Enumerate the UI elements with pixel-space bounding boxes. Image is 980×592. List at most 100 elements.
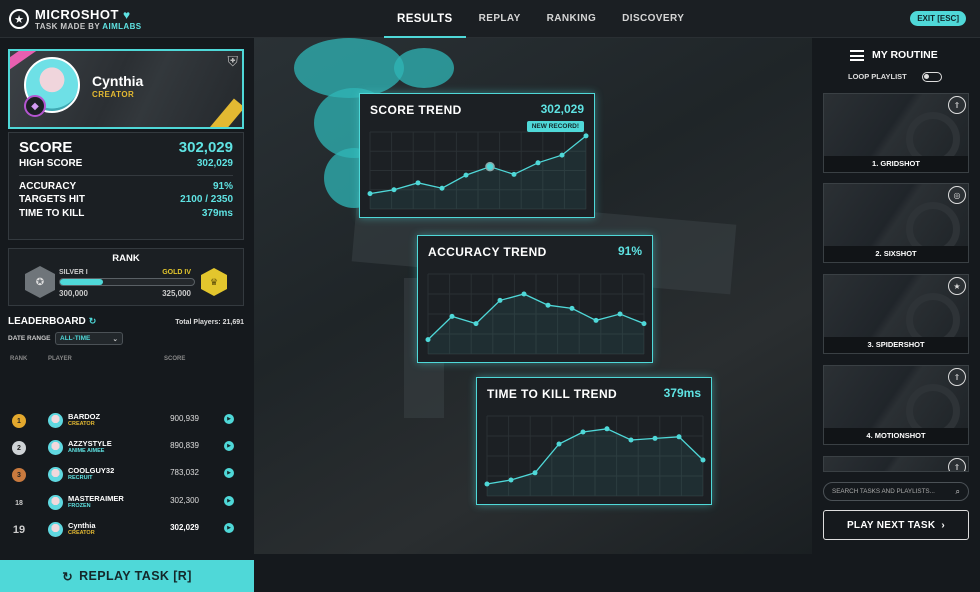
trend-point[interactable] [617, 311, 623, 317]
gold-rank-icon: ♛ [201, 268, 227, 296]
trend-point[interactable] [511, 171, 517, 177]
play-replay-icon[interactable]: ▶ [224, 414, 234, 424]
player-role: ANIME AIMEE [68, 448, 105, 454]
play-replay-icon[interactable]: ▶ [224, 496, 234, 506]
search-input[interactable]: SEARCH TASKS AND PLAYLISTS... ⌕ [823, 482, 969, 501]
routine-task-card[interactable]: ⇑ 4. MOTIONSHOT [823, 365, 969, 445]
trend-point[interactable] [604, 426, 610, 432]
play-next-label: PLAY NEXT TASK [846, 519, 936, 531]
rank-panel: RANK ✪ SILVER I GOLD IV 300,000 325,000 … [8, 248, 244, 306]
trend-point[interactable] [580, 429, 586, 435]
leaderboard-row[interactable]: 1 BARDOZ CREATOR 900,939 ▶ [0, 407, 254, 434]
trend-point[interactable] [532, 470, 538, 476]
trend-point[interactable] [559, 152, 565, 158]
routine-task-card[interactable]: ⇑ [823, 456, 969, 472]
exit-button[interactable]: EXIT [ESC] [910, 11, 966, 26]
player-name: MASTERAIMER [68, 494, 124, 503]
trend-area [428, 294, 644, 354]
trend-point[interactable] [415, 180, 421, 186]
time-to-kill-value: 379ms [201, 207, 233, 219]
rank-title: RANK [112, 253, 140, 264]
chevrons-up-icon: ⇑ [948, 458, 966, 471]
player-name: AZZYSTYLE [68, 439, 112, 448]
profile-role: CREATOR [92, 90, 135, 99]
leaderboard-row[interactable]: 19 Cynthia CREATOR 302,029 ▶ [0, 516, 254, 543]
player-avatar [48, 413, 63, 428]
replay-task-button[interactable]: ↻ REPLAY TASK [R] [0, 560, 254, 592]
date-range-select[interactable]: ALL-TIME ⌄ [55, 332, 123, 345]
task-name: 4. MOTIONSHOT [824, 428, 968, 444]
leaderboard-title: LEADERBOARD ↻ [8, 316, 96, 327]
routine-task-card[interactable]: ★ 3. SPIDERSHOT [823, 274, 969, 354]
trend-point[interactable] [545, 302, 551, 308]
trend-point[interactable] [583, 133, 589, 139]
trend-point[interactable] [535, 160, 541, 166]
routine-task-card[interactable]: ⇑ 1. GRIDSHOT [823, 93, 969, 173]
replay-icon: ↻ [62, 569, 74, 584]
targets-hit-label: TARGETS HIT [19, 194, 85, 205]
loop-playlist-toggle[interactable] [922, 72, 942, 82]
trend-point[interactable] [449, 313, 455, 319]
trend-point[interactable] [556, 441, 562, 447]
trend-point[interactable] [391, 187, 397, 193]
medal-icon: 1 [12, 414, 26, 428]
trend-title: SCORE TREND [370, 103, 462, 117]
leaderboard-title-text: LEADERBOARD [8, 316, 86, 327]
chevrons-up-icon: ⇑ [948, 96, 966, 114]
next-rank-points: 325,000 [162, 289, 191, 298]
trend-point[interactable] [473, 321, 479, 327]
app-name: MICROSHOT [35, 7, 119, 22]
trend-point[interactable] [676, 434, 682, 440]
chevrons-up-icon: ⇑ [948, 368, 966, 386]
trend-point[interactable] [641, 321, 647, 327]
replay-task-label: REPLAY TASK [R] [79, 569, 192, 583]
trend-point[interactable] [439, 185, 445, 191]
trend-value: 302,029 [540, 102, 584, 116]
play-replay-icon[interactable]: ▶ [224, 468, 234, 478]
play-replay-icon[interactable]: ▶ [224, 441, 234, 451]
trend-point[interactable] [628, 437, 634, 443]
refresh-icon[interactable]: ↻ [89, 316, 97, 327]
left-panel: ◆ Cynthia CREATOR ⛨ SCORE 302,029 HIGH SC… [0, 38, 254, 592]
trend-point[interactable] [521, 291, 527, 297]
routine-task-card[interactable]: ◎ 2. SIXSHOT [823, 183, 969, 263]
trend-point[interactable] [425, 337, 431, 343]
player-avatar [48, 495, 63, 510]
leaderboard-row[interactable]: 18 MASTERAIMER FROZEN 302,300 ▶ [0, 489, 254, 516]
trend-point[interactable] [700, 457, 706, 463]
player-column-header: PLAYER [48, 356, 72, 362]
play-next-task-button[interactable]: PLAY NEXT TASK › [823, 510, 969, 540]
silver-rank-icon: ✪ [25, 266, 55, 298]
score-value: 302,029 [178, 139, 233, 156]
trend-point[interactable] [367, 191, 373, 197]
trend-point[interactable] [484, 481, 490, 487]
rank-progress-fill [60, 279, 103, 285]
tab-ranking[interactable]: RANKING [534, 0, 609, 38]
current-rank: SILVER I [59, 269, 88, 276]
trend-point[interactable] [569, 305, 575, 311]
date-range-label: DATE RANGE [8, 335, 51, 342]
profile-card: ◆ Cynthia CREATOR ⛨ [8, 49, 244, 129]
trend-point[interactable] [497, 297, 503, 303]
tab-discovery[interactable]: DISCOVERY [609, 0, 697, 38]
score-label: SCORE [19, 139, 73, 156]
trend-point[interactable] [652, 435, 658, 441]
trend-point[interactable] [593, 317, 599, 323]
leaderboard-row[interactable]: 3 COOLGUY32 RECRUIT 783,032 ▶ [0, 461, 254, 488]
task-name: 2. SIXSHOT [824, 246, 968, 262]
main-nav: RESULTS REPLAY RANKING DISCOVERY [384, 0, 697, 38]
trend-point[interactable] [463, 172, 469, 178]
play-replay-icon[interactable]: ▶ [224, 523, 234, 533]
next-rank: GOLD IV [162, 269, 191, 276]
player-role: RECRUIT [68, 475, 93, 481]
leaderboard-row[interactable]: 2 AZZYSTYLE ANIME AIMEE 890,839 ▶ [0, 434, 254, 461]
tab-replay[interactable]: REPLAY [466, 0, 534, 38]
trend-point[interactable] [485, 161, 495, 172]
trend-point[interactable] [508, 477, 514, 483]
medal-icon: 2 [12, 441, 26, 455]
heart-icon[interactable]: ♥ [123, 8, 131, 22]
rank-number: 19 [12, 524, 26, 536]
tab-results[interactable]: RESULTS [384, 0, 466, 38]
total-players: Total Players: 21,691 [175, 319, 244, 326]
task-name: 1. GRIDSHOT [824, 156, 968, 172]
